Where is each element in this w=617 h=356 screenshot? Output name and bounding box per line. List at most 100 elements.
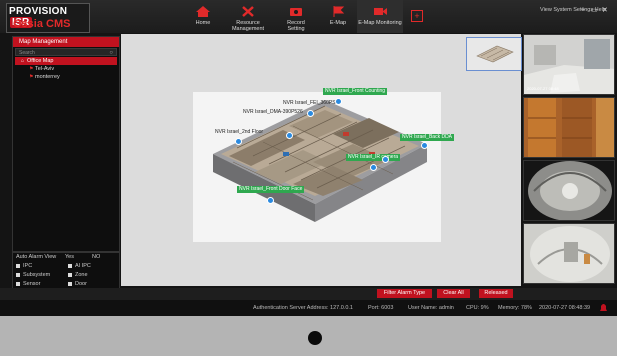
tools-icon (242, 6, 254, 17)
nav-emap-monitoring-label: E-Map Monitoring (358, 20, 402, 26)
camera-pin-icon[interactable] (335, 98, 342, 105)
camera-pin-icon[interactable] (421, 142, 428, 149)
device-label-front-door-face[interactable]: NVR Israel_Front Door Face (237, 186, 305, 193)
nav-home[interactable]: Home (188, 0, 218, 33)
map-management-panel: Map Management Search ○ ⌂ Office Map ⚑ Tel… (12, 36, 120, 252)
auto-alarm-yes[interactable]: Yes (65, 254, 74, 260)
nav-resource-management[interactable]: Resource Management (220, 0, 276, 33)
camera-pin-icon[interactable] (307, 110, 314, 117)
map-tree: ⌂ Office Map ⚑ Tel-Aviv ⚑ monterrey (15, 57, 117, 81)
floorplan-image (193, 92, 441, 242)
restore-icon[interactable]: ▭ (591, 6, 598, 14)
filter-label: Door (75, 281, 87, 287)
search-icon[interactable]: ○ (109, 49, 113, 57)
tree-item-label: Office Map (27, 58, 54, 64)
filter-subsystem[interactable]: Subsystem (16, 272, 50, 278)
camera-view-3[interactable] (523, 160, 615, 221)
filter-zone[interactable]: Zone (68, 272, 88, 278)
memory-usage: Memory: 78% (498, 305, 532, 311)
nav-resource-label: Resource Management (231, 20, 265, 32)
top-bar: PROVISIONISR Ossia CMS Home Resource Man… (0, 0, 617, 33)
system-datetime: 2020-07-27 08:48:39 (539, 305, 591, 311)
server-address: Authentication Server Address: 127.0.0.1 (253, 305, 353, 311)
close-icon[interactable]: ✕ (602, 6, 608, 14)
map-search-input[interactable]: Search ○ (15, 48, 117, 56)
filter-sensor[interactable]: Sensor (16, 281, 40, 287)
camera-frame-4-fisheye (524, 224, 614, 283)
app-title: Ossia CMS (13, 18, 71, 30)
filter-alarm-type-button[interactable]: Filter Alarm Type (377, 289, 432, 298)
user-name: User Name: admin (408, 305, 454, 311)
record-icon (290, 8, 302, 16)
add-tab-button[interactable]: + (411, 10, 423, 22)
device-label-dma-390p526[interactable]: NVR Israel_DMA-390P526 (241, 109, 305, 116)
map-overview-thumbnail[interactable] (466, 37, 522, 71)
released-button[interactable]: Released (479, 289, 513, 298)
nav-emap-monitoring[interactable]: E-Map Monitoring (357, 0, 403, 33)
filter-label: Zone (75, 272, 88, 278)
checkbox[interactable] (68, 281, 72, 286)
camera-preview-column: 2020-07-27 08:48 (523, 34, 615, 288)
device-label-2nd-floor[interactable]: NVR Israel_2nd Floor (213, 129, 265, 136)
map-pin-icon: ⌂ (21, 58, 25, 64)
camera-pin-icon[interactable] (382, 156, 389, 163)
cms-window: PROVISIONISR Ossia CMS Home Resource Man… (0, 0, 617, 316)
nav-record-setting[interactable]: Record Setting (278, 0, 314, 33)
checkbox[interactable] (16, 263, 20, 268)
nav-record-label: Record Setting (287, 20, 305, 32)
panel-title: Map Management (13, 37, 119, 47)
floorplan-thumbnail-image (476, 45, 514, 63)
camera-pin-icon[interactable] (267, 197, 274, 204)
checkbox[interactable] (16, 281, 20, 286)
filter-ai-ipc[interactable]: AI IPC (68, 263, 91, 269)
checkbox[interactable] (68, 263, 72, 268)
minimize-icon[interactable]: – (581, 6, 585, 13)
cpu-usage: CPU: 9% (466, 305, 489, 311)
server-port: Port: 6003 (368, 305, 394, 311)
clear-all-button[interactable]: Clear All (437, 289, 470, 298)
checkbox[interactable] (68, 272, 72, 277)
filter-label: IPC (23, 263, 33, 269)
filter-label: AI IPC (75, 263, 91, 269)
device-label-fei-360ps[interactable]: NVR Israel_FEI_360PS (281, 100, 338, 107)
camera-frame-3-fisheye (524, 161, 614, 220)
power-button (308, 331, 322, 345)
alarm-bell-icon[interactable] (599, 302, 608, 312)
checkbox[interactable] (16, 272, 20, 277)
tree-item-office-map[interactable]: ⌂ Office Map (15, 57, 117, 65)
tree-item-tel-aviv[interactable]: ⚑ Tel-Aviv (15, 65, 117, 73)
camera-icon (374, 8, 387, 15)
nav-emap[interactable]: E-Map (324, 0, 352, 33)
alarm-filter-panel: Auto Alarm View Yes NO IPC AI IPC Subsys… (12, 252, 120, 290)
camera-view-4[interactable] (523, 223, 615, 284)
camera-pin-icon[interactable] (235, 138, 242, 145)
camera-view-2[interactable] (523, 97, 615, 158)
flag-icon (333, 6, 345, 17)
filter-door[interactable]: Door (68, 281, 87, 287)
alarm-action-bar (0, 288, 617, 300)
camera-view-1[interactable]: 2020-07-27 08:48 (523, 34, 615, 95)
device-label-front-counting[interactable]: NVR Israel_Front Counting (323, 88, 388, 95)
filter-ipc[interactable]: IPC (16, 263, 32, 269)
emap-view[interactable]: NVR Israel_Front Counting NVR Israel_FEI… (121, 34, 522, 286)
brand-name: PROVISION (9, 6, 68, 17)
camera-timestamp: 2020-07-27 08:48 (527, 86, 559, 91)
auto-alarm-no[interactable]: NO (92, 254, 100, 260)
app-logo: PROVISIONISR Ossia CMS (6, 3, 90, 33)
tree-item-monterrey[interactable]: ⚑ monterrey (15, 73, 117, 81)
filter-label: Subsystem (23, 272, 51, 278)
nav-emap-label: E-Map (329, 20, 347, 26)
tree-item-label: Tel-Aviv (35, 66, 55, 72)
filter-label: Sensor (23, 281, 41, 287)
camera-frame-2 (524, 98, 614, 157)
tree-item-label: monterrey (35, 74, 60, 80)
device-label-back-dda[interactable]: NVR Israel_Back DDA (400, 134, 455, 141)
search-placeholder: Search (19, 50, 35, 56)
camera-pin-icon[interactable] (286, 132, 293, 139)
camera-pin-icon[interactable] (370, 164, 377, 171)
device-label-ir-camera[interactable]: NVR Israel_IR camera (346, 154, 401, 161)
flag-icon: ⚑ (29, 66, 34, 72)
home-icon (196, 6, 210, 17)
nav-home-label: Home (195, 20, 211, 26)
office-floorplan (193, 92, 441, 242)
